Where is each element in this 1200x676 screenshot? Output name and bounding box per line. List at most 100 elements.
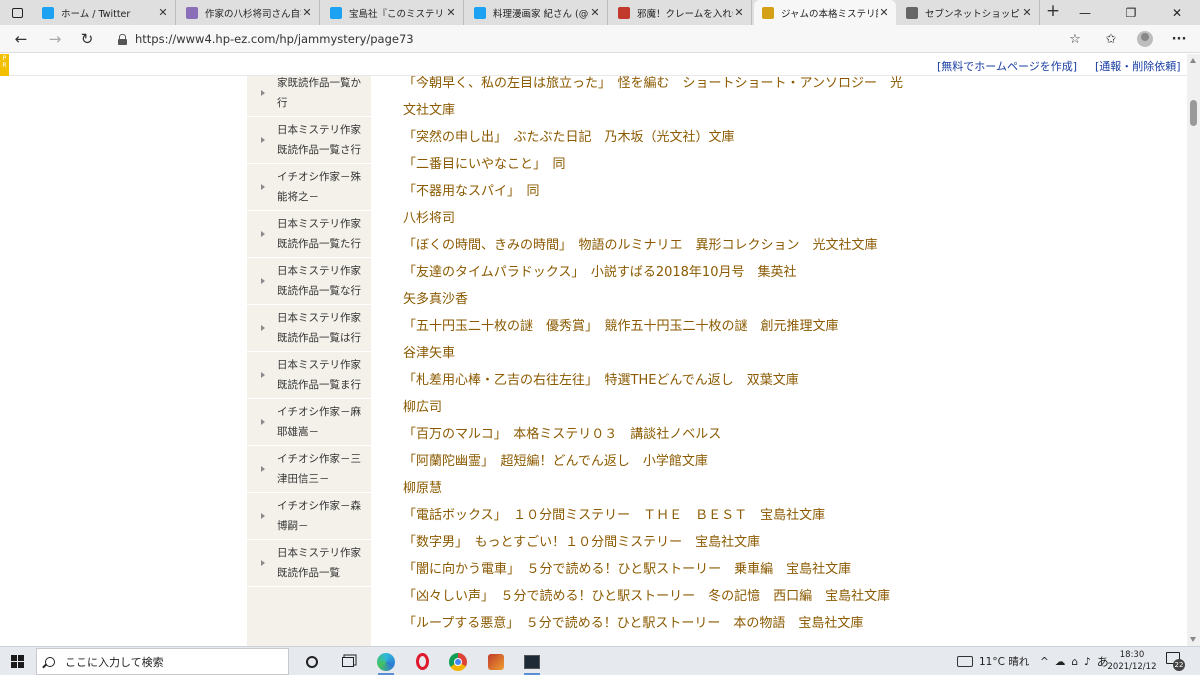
sidebar-link[interactable]: 家既読作品一覧か行: [247, 76, 371, 117]
network-icon: ⌂: [1071, 655, 1078, 668]
browser-tab[interactable]: 料理漫画家 紀さん (@syase✕: [466, 0, 608, 25]
create-homepage-link[interactable]: [無料でホームページを作成]: [937, 58, 1077, 74]
taskbar-search[interactable]: ここに入力して検索: [36, 648, 289, 675]
tab-close-icon[interactable]: ✕: [157, 6, 169, 19]
task-view-button[interactable]: [330, 647, 366, 676]
taskbar-terminal[interactable]: [514, 647, 550, 676]
tab-actions-icon: [11, 7, 23, 18]
tab-title: セブンネットショッピング｜本: [925, 8, 1021, 20]
sidebar-link[interactable]: 日本ミステリ作家既読作品一覧な行: [247, 258, 371, 305]
add-favorite-button[interactable]: ☆: [1060, 25, 1090, 53]
tab-actions-button[interactable]: [0, 0, 34, 25]
weather-text: 11°C 晴れ: [979, 656, 1030, 668]
browser-tab[interactable]: 作家の八杉将司さん自宅 ✕: [178, 0, 320, 25]
content-line: 谷津矢車: [403, 346, 456, 361]
forward-button[interactable]: →: [40, 25, 70, 53]
favorites-button[interactable]: ✩: [1096, 25, 1126, 53]
favorites-icon: ✩: [1105, 31, 1117, 47]
tab-close-icon[interactable]: ✕: [589, 6, 601, 19]
restore-button[interactable]: ❐: [1108, 0, 1154, 25]
sidebar-link[interactable]: イチオシ作家－三津田信三－: [247, 446, 371, 493]
star-plus-icon: ☆: [1069, 31, 1081, 47]
cortana-button[interactable]: [294, 647, 330, 676]
content-line: 「今朝早く、私の左目は旅立った」 怪を編む ショートショート・アンソロジー 光: [403, 76, 903, 91]
game-icon: [488, 653, 504, 670]
sidebar-link[interactable]: イチオシ作家－麻耶雄嵩－: [247, 399, 371, 446]
content-line: 柳原慧: [403, 481, 443, 496]
sidebar-link[interactable]: イチオシ作家－殊能将之－: [247, 164, 371, 211]
content-line: 文社文庫: [403, 103, 456, 118]
url-field[interactable]: https://www4.hp-ez.com/hp/jammystery/pag…: [108, 28, 1088, 50]
tab-title: ホーム / Twitter: [61, 8, 131, 20]
lock-icon: [118, 33, 127, 45]
search-icon: [45, 656, 55, 667]
opera-icon: [415, 653, 429, 670]
news-icon: [186, 6, 198, 19]
task-view-icon: [342, 656, 354, 667]
tab-title: 作家の八杉将司さん自宅: [205, 8, 301, 20]
browser-tab[interactable]: 邪魔！クレームを入れ会社✕: [610, 0, 752, 25]
twitter-icon: [42, 6, 54, 19]
tab-close-icon[interactable]: ✕: [878, 6, 890, 19]
browser-tab[interactable]: セブンネットショッピング｜本✕: [898, 0, 1040, 25]
system-tray[interactable]: ^ ☁ ⌂ ♪ あ: [1040, 647, 1109, 676]
notification-badge: 22: [1173, 659, 1185, 671]
tab-close-icon[interactable]: ✕: [445, 6, 457, 19]
scroll-down-arrow[interactable]: [1190, 637, 1196, 642]
start-button[interactable]: [0, 647, 34, 676]
clock-time: 18:30: [1119, 650, 1145, 660]
report-link[interactable]: [通報・削除依頼]: [1095, 58, 1181, 74]
taskbar-chrome[interactable]: [440, 647, 476, 676]
taskbar-opera[interactable]: [404, 647, 440, 676]
sidebar-link[interactable]: 日本ミステリ作家既読作品一覧ま行: [247, 352, 371, 399]
tab-title: 宝島社『このミステリーがすご: [349, 8, 445, 20]
tab-title: 邪魔！クレームを入れ会社: [637, 8, 733, 20]
sidebar-link[interactable]: イチオシ作家－森博嗣－: [247, 493, 371, 540]
sidebar-link[interactable]: 日本ミステリ作家既読作品一覧は行: [247, 305, 371, 352]
tray-weather[interactable]: 11°C 晴れ: [957, 647, 1029, 676]
page-content: 家既読作品一覧か行 日本ミステリ作家既読作品一覧さ行 イチオシ作家－殊能将之－ 日本ミ…: [0, 76, 1187, 646]
close-window-button[interactable]: ✕: [1154, 0, 1200, 25]
content-line: 柳広司: [403, 400, 443, 415]
avatar: [1137, 31, 1153, 47]
refresh-button[interactable]: ↻: [72, 25, 102, 53]
content-line: 「五十円玉二十枚の謎 優秀賞」 競作五十円玉二十枚の謎 創元推理文庫: [403, 319, 839, 334]
scroll-up-arrow[interactable]: [1190, 58, 1196, 63]
content-line: 「友達のタイムパラドックス」 小説すばる2018年10月号 集英社: [403, 265, 797, 280]
new-tab-button[interactable]: +: [1042, 0, 1064, 25]
site-badge: PR: [0, 54, 9, 76]
taskbar-edge[interactable]: [368, 647, 404, 676]
sidebar-link[interactable]: 日本ミステリ作家既読作品一覧さ行: [247, 117, 371, 164]
more-icon: ···: [1171, 31, 1187, 47]
address-bar: ← → ↻ https://www4.hp-ez.com/hp/jammyste…: [0, 25, 1200, 53]
tab-title: ジャムの本格ミステリ館 短: [781, 8, 878, 20]
notification-button[interactable]: 22: [1166, 652, 1185, 671]
back-arrow-icon: ←: [14, 30, 28, 48]
content-line: 「闇に向かう電車」 ５分で読める！ひと駅ストーリー 乗車編 宝島社文庫: [403, 562, 852, 577]
clock-date: 2021/12/12: [1107, 662, 1157, 672]
page-scrollbar[interactable]: [1187, 54, 1200, 646]
tab-close-icon[interactable]: ✕: [733, 6, 745, 19]
tab-close-icon[interactable]: ✕: [301, 6, 313, 19]
taskbar-game[interactable]: [478, 647, 514, 676]
content-line: 「札差用心棒・乙吉の右往左往」 特選THEどんでん返し 双葉文庫: [403, 373, 799, 388]
settings-menu-button[interactable]: ···: [1164, 25, 1194, 53]
jam-icon: [762, 6, 774, 19]
twitter-icon: [330, 6, 342, 19]
clock[interactable]: 18:30 2021/12/12: [1105, 649, 1159, 673]
tab-close-icon[interactable]: ✕: [1021, 6, 1033, 19]
profile-button[interactable]: [1130, 25, 1160, 53]
taskbar: ここに入力して検索 11°C 晴れ ^ ☁ ⌂ ♪ あ 18:30 2021/1…: [0, 646, 1200, 675]
browser-tab[interactable]: ジャムの本格ミステリ館 短✕: [754, 0, 896, 25]
sidebar-link[interactable]: 日本ミステリ作家既読作品一覧た行: [247, 211, 371, 258]
scroll-thumb[interactable]: [1190, 100, 1197, 126]
back-button[interactable]: ←: [6, 25, 36, 53]
twitter-icon: [474, 6, 486, 19]
chevron-up-icon: ^: [1040, 655, 1049, 668]
url-text: https://www4.hp-ez.com/hp/jammystery/pag…: [135, 32, 414, 46]
minimize-button[interactable]: —: [1062, 0, 1108, 25]
tab-title: 料理漫画家 紀さん (@syase: [493, 8, 589, 20]
browser-tab[interactable]: 宝島社『このミステリーがすご✕: [322, 0, 464, 25]
sidebar-link[interactable]: 日本ミステリ作家既読作品一覧: [247, 540, 371, 587]
browser-tab[interactable]: ホーム / Twitter ✕: [34, 0, 176, 25]
